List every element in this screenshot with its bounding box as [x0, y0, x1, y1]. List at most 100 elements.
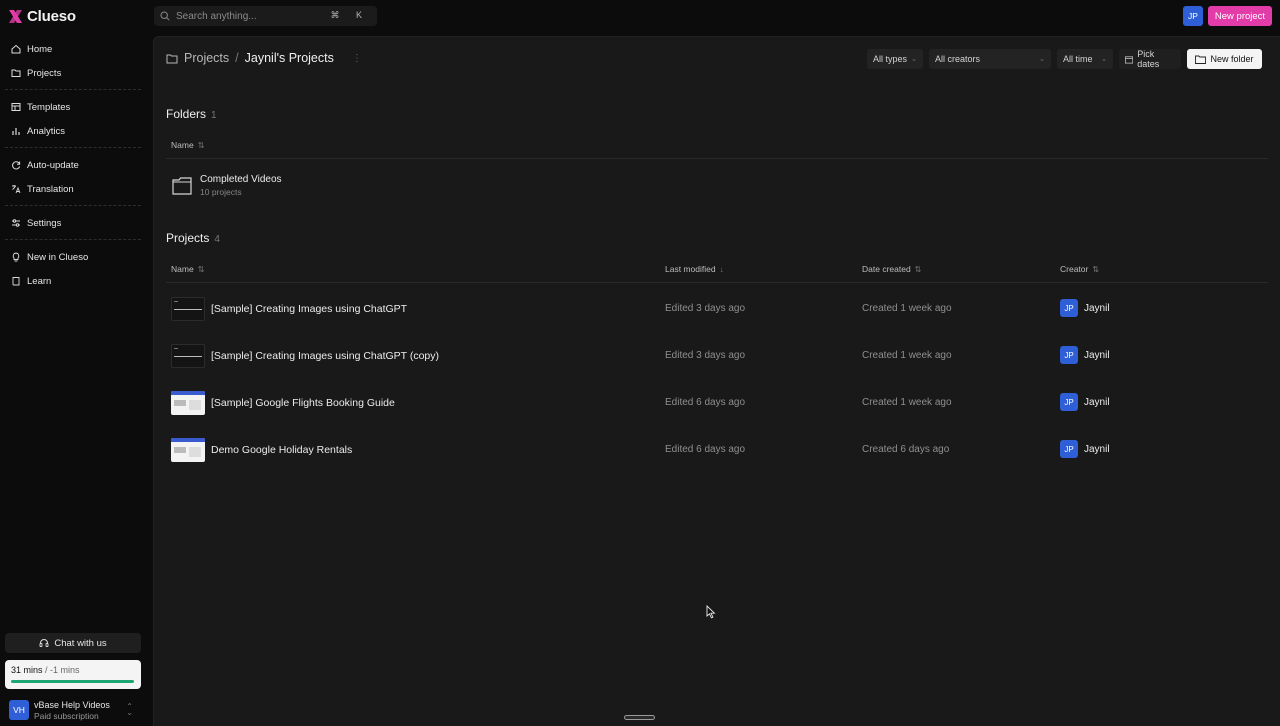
folder-icon — [11, 69, 21, 77]
new-project-button[interactable]: New project — [1208, 6, 1272, 26]
usage-meter[interactable]: 31 mins / -1 mins — [5, 660, 141, 689]
sidebar-item-auto-update[interactable]: Auto-update — [5, 153, 141, 177]
folders-count: 1 — [211, 110, 217, 121]
project-last-modified: Edited 6 days ago — [665, 397, 746, 408]
project-creator: JP Jaynil — [1060, 393, 1110, 411]
project-name[interactable]: [Sample] Creating Images using ChatGPT (… — [211, 350, 439, 362]
sidebar-nav: Home Projects Templates Analytics Auto-updat… — [5, 37, 141, 293]
sidebar-divider — [5, 89, 141, 90]
sort-icon: ⇅ — [914, 264, 922, 274]
filter-time-select[interactable]: All time ⌄ — [1057, 49, 1113, 69]
sidebar-item-learn[interactable]: Learn — [5, 269, 141, 293]
col-name-label: Name — [171, 264, 194, 274]
project-row[interactable]: Demo Google Holiday Rentals Edited 6 days… — [166, 431, 1266, 471]
folders-name-header[interactable]: Name ⇅ — [171, 140, 204, 150]
folder-item[interactable]: Completed Videos 10 projects — [166, 168, 1266, 202]
project-row[interactable]: [Sample] Creating Images using ChatGPT (… — [166, 337, 1266, 377]
projects-heading: Projects 4 — [166, 231, 220, 245]
user-avatar[interactable]: JP — [1183, 6, 1203, 26]
project-date-created: Created 1 week ago — [862, 350, 952, 361]
headset-icon — [39, 639, 49, 647]
logo[interactable]: Clueso — [9, 8, 76, 25]
sidebar: Clueso Home Projects Templates Analytics Aut… — [0, 0, 153, 726]
sidebar-divider — [5, 205, 141, 206]
sidebar-item-translation[interactable]: Translation — [5, 177, 141, 201]
sidebar-item-analytics[interactable]: Analytics — [5, 119, 141, 143]
folders-name-label: Name — [171, 140, 194, 150]
breadcrumb-projects-link[interactable]: Projects — [184, 51, 229, 65]
folder-project-count: 10 projects — [200, 186, 242, 197]
translate-icon — [12, 185, 21, 194]
sidebar-item-settings[interactable]: Settings — [5, 211, 141, 235]
folders-title: Folders — [166, 107, 207, 121]
sidebar-item-label: Learn — [27, 275, 52, 287]
sort-icon: ⇅ — [197, 140, 205, 150]
project-row[interactable]: [Sample] Creating Images using ChatGPT Ed… — [166, 290, 1266, 330]
new-folder-label: New folder — [1210, 54, 1254, 64]
filter-creators-select[interactable]: All creators ⌄ — [929, 49, 1051, 69]
project-last-modified: Edited 6 days ago — [665, 444, 746, 455]
sidebar-item-label: Analytics — [27, 125, 66, 137]
projects-creator-header[interactable]: Creator ⇅ — [1060, 264, 1099, 274]
project-thumbnail — [171, 438, 205, 462]
mouse-cursor-icon — [706, 605, 716, 619]
account-plan: Paid subscription — [34, 710, 99, 721]
sidebar-item-projects[interactable]: Projects — [5, 61, 141, 85]
search-bar[interactable]: ⌘ K — [154, 6, 377, 26]
breadcrumb: Projects / Jaynil's Projects ⋮ — [166, 51, 362, 65]
pick-dates-button[interactable]: Pick dates — [1119, 49, 1181, 69]
projects-name-header[interactable]: Name ⇅ — [171, 264, 204, 274]
usage-remaining: / -1 mins — [45, 665, 80, 675]
chart-icon — [12, 128, 20, 135]
sidebar-item-label: Settings — [27, 217, 62, 229]
projects-count: 4 — [214, 234, 220, 245]
project-row[interactable]: [Sample] Google Flights Booking Guide Edi… — [166, 384, 1266, 424]
projects-title: Projects — [166, 231, 210, 245]
filter-types-select[interactable]: All types ⌄ — [867, 49, 923, 69]
sort-icon: ⇅ — [1092, 264, 1100, 274]
sidebar-item-label: Translation — [27, 183, 74, 195]
sliders-icon — [12, 219, 20, 227]
book-icon — [12, 277, 20, 286]
project-creator: JP Jaynil — [1060, 440, 1110, 458]
app-name: Clueso — [27, 8, 76, 25]
refresh-icon — [12, 161, 21, 170]
account-switcher[interactable]: VH vBase Help Videos Paid subscription ⌃… — [5, 696, 141, 724]
col-creator-label: Creator — [1060, 264, 1089, 274]
project-last-modified: Edited 3 days ago — [665, 303, 746, 314]
breadcrumb-current: Jaynil's Projects — [244, 51, 334, 65]
bottom-drag-handle[interactable] — [624, 715, 655, 720]
col-created-label: Date created — [862, 264, 911, 274]
filter-time-label: All time — [1063, 54, 1093, 64]
chevron-down-icon: ⌄ — [911, 56, 917, 63]
search-shortcut: ⌘ K — [330, 10, 369, 20]
search-input[interactable] — [176, 10, 336, 22]
new-folder-button[interactable]: New folder — [1187, 49, 1262, 69]
filter-types-label: All types — [873, 54, 908, 64]
project-name[interactable]: Demo Google Holiday Rentals — [211, 444, 352, 456]
sidebar-item-home[interactable]: Home — [5, 37, 141, 61]
sort-icon: ⇅ — [197, 264, 205, 274]
chat-label: Chat with us — [54, 637, 107, 649]
more-options-icon[interactable]: ⋮ — [352, 53, 362, 64]
sidebar-item-new-in-clueso[interactable]: New in Clueso — [5, 245, 141, 269]
project-name[interactable]: [Sample] Google Flights Booking Guide — [211, 397, 395, 409]
filter-creators-label: All creators — [935, 54, 981, 64]
creator-name: Jaynil — [1084, 349, 1110, 361]
projects-created-header[interactable]: Date created ⇅ — [862, 264, 921, 274]
creator-avatar: JP — [1060, 393, 1078, 411]
bulb-icon — [12, 252, 20, 262]
chat-with-us-button[interactable]: Chat with us — [5, 633, 141, 653]
chevron-down-icon: ⌄ — [1101, 56, 1107, 63]
calendar-icon — [1125, 55, 1134, 64]
folders-heading: Folders 1 — [166, 107, 217, 121]
projects-divider — [166, 282, 1268, 283]
folder-icon — [166, 54, 178, 63]
creator-avatar: JP — [1060, 299, 1078, 317]
project-name[interactable]: [Sample] Creating Images using ChatGPT — [211, 303, 407, 315]
sidebar-item-templates[interactable]: Templates — [5, 95, 141, 119]
col-modified-label: Last modified — [665, 264, 716, 274]
projects-modified-header[interactable]: Last modified ↓ — [665, 264, 724, 274]
project-date-created: Created 6 days ago — [862, 444, 950, 455]
project-date-created: Created 1 week ago — [862, 303, 952, 314]
